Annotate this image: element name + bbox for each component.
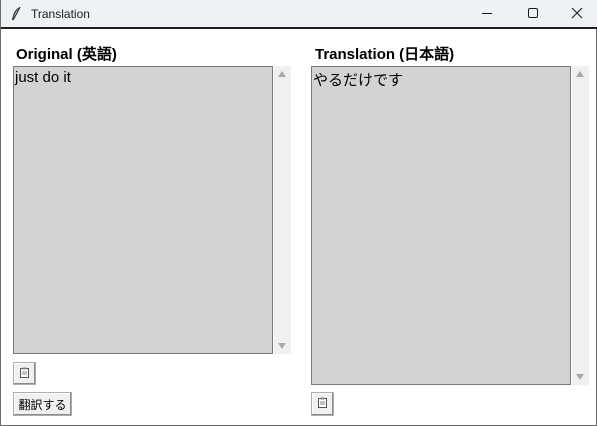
copy-original-button[interactable] <box>13 362 36 385</box>
title-bar[interactable]: Translation <box>1 0 597 29</box>
translation-scrollbar[interactable] <box>572 66 589 385</box>
scroll-down-icon[interactable] <box>278 343 286 349</box>
scroll-up-icon[interactable] <box>576 71 584 77</box>
minimize-icon <box>481 4 493 23</box>
translation-label: Translation (日本語) <box>315 46 455 63</box>
maximize-button[interactable] <box>510 0 556 27</box>
scroll-up-icon[interactable] <box>278 71 286 77</box>
original-scrollbar[interactable] <box>274 66 291 354</box>
window-title: Translation <box>31 7 90 21</box>
close-icon <box>571 4 583 23</box>
close-button[interactable] <box>554 0 597 27</box>
clipboard-icon <box>318 397 327 411</box>
translate-button[interactable]: 翻訳する <box>13 392 72 416</box>
scroll-down-icon[interactable] <box>576 374 584 380</box>
maximize-icon <box>527 4 539 23</box>
translation-window: Translation Original (英語) just do it 翻訳す… <box>0 0 597 426</box>
translation-textbox[interactable]: やるだけです <box>311 66 571 385</box>
feather-icon <box>10 6 22 22</box>
minimize-button[interactable] <box>464 0 510 27</box>
copy-translation-button[interactable] <box>311 392 334 416</box>
clipboard-icon <box>20 367 29 381</box>
original-label: Original (英語) <box>16 46 117 63</box>
original-textbox[interactable]: just do it <box>13 66 273 354</box>
